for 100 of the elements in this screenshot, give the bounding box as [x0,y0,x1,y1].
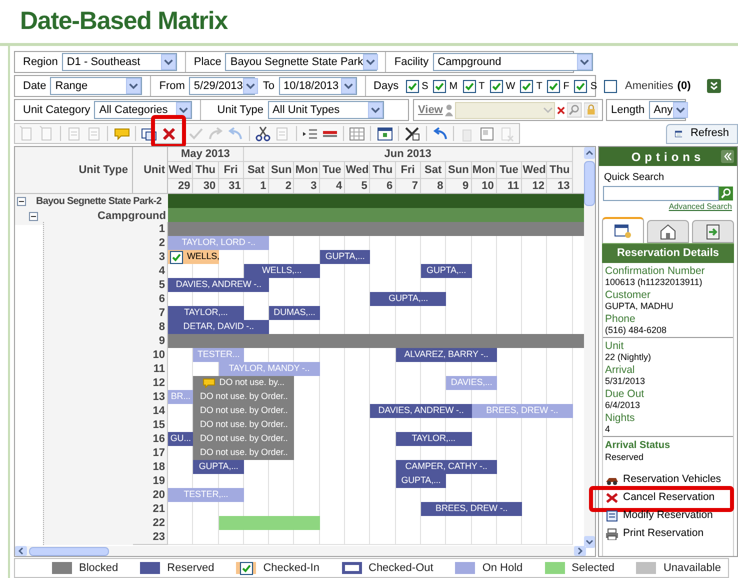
day-label: M [449,80,458,94]
scroll-up-icon[interactable] [584,147,595,159]
action-link[interactable]: Modify Reservation [603,507,733,525]
checkbox[interactable] [170,250,183,264]
field-label: Length [611,102,645,118]
scroll-right-icon[interactable] [574,546,586,556]
dropdown[interactable]: 5/29/2013 [188,77,255,95]
search-icon[interactable] [567,102,582,118]
guest-name: DO not use. by... [219,376,284,390]
legend-label: Reserved [167,560,214,576]
legend-label: Unavailable [663,560,721,576]
scrollbar-thumb[interactable] [29,546,109,556]
close-icon[interactable] [160,126,177,142]
field-label: Quick Search [603,171,666,185]
unit-number: 11 [133,362,168,377]
unit-number: 8 [133,320,168,335]
scissors-icon[interactable] [254,126,271,142]
hold-bar: TESTER,... [168,488,244,503]
form-icon [605,510,619,522]
detail-label: Confirmation Number [605,265,706,277]
refresh-button[interactable]: Refresh [666,124,738,144]
hold-bar: DAVIES,... [446,376,497,391]
detail-value: (516) 484-6208 [605,325,668,336]
weekday-header: Sun [269,162,294,178]
search-field[interactable] [603,186,719,201]
dropdown[interactable]: 10/18/2013 [278,77,357,95]
dropdown[interactable]: Range [50,77,142,95]
legend-label: Checked-Out [368,560,434,576]
reservation-bar: DAVIES, ANDREW -.. [168,278,270,293]
image-icon[interactable] [478,126,495,142]
reservation-bar: BREES, DREW -.. [420,502,522,517]
weekday-header: Thu [547,162,573,178]
date-header: 11 [496,178,522,193]
calendar-icon [675,128,682,140]
scroll-down-icon[interactable] [584,536,595,548]
field-label: Date [23,78,46,94]
table-icon[interactable] [349,126,366,142]
speech-bubble-icon[interactable] [114,126,130,142]
dropdown[interactable]: Any [648,101,685,119]
weekday-header: Wed [345,162,370,178]
date-header: 31 [218,178,244,193]
unit-number: 2 [133,236,168,251]
search-icon[interactable] [719,186,733,201]
guest-name: WELLS, [187,250,219,264]
dropdown[interactable]: All Categories [94,101,192,119]
checkbox[interactable] [604,80,617,92]
scroll-left-icon[interactable] [15,546,27,556]
action-link[interactable]: Print Reservation [603,525,733,543]
field-label: From [159,78,185,94]
checkbox[interactable] [462,80,476,92]
checkbox[interactable] [433,80,446,92]
collapse-icon[interactable] [29,212,38,221]
view-link[interactable]: View [418,102,443,118]
checkbox[interactable] [490,80,503,92]
person-icon [444,103,453,117]
amenities-count: (0) [677,78,691,94]
detail-value: GUPTA, MADHU [605,301,674,312]
reservation-bar: TAYLOR,... [168,306,244,321]
action-link[interactable]: Cancel Reservation [603,489,733,507]
calendar-icon[interactable] [376,126,393,142]
checkbox[interactable] [574,80,588,92]
checkbox[interactable] [240,562,253,574]
checkbox[interactable] [520,80,534,92]
expand-icon[interactable] [706,79,721,93]
legend-label: Blocked [79,560,118,576]
hold-bar: BREES, DREW -.. [472,404,573,419]
dropdown[interactable]: Bayou Segnette State Park [225,53,378,71]
dropdown[interactable]: D1 - Southeast [62,53,177,71]
detail-label: Customer [605,289,652,301]
checkbox[interactable] [547,80,560,92]
date-header: 7 [396,178,421,193]
action-link[interactable]: Reservation Vehicles [603,471,733,489]
advanced-search-link[interactable]: Advanced Search [599,201,737,213]
day-label: W [506,80,516,94]
date-header: 2 [269,178,294,193]
checkbox[interactable] [406,80,419,92]
dropdown[interactable]: All Unit Types [268,101,384,119]
tab[interactable] [602,217,644,243]
lock-icon[interactable] [584,102,598,118]
reservation-bar: GUPTA,... [320,250,370,265]
tab[interactable] [647,220,689,243]
weekday-header: Sat [244,162,270,178]
clear-icon[interactable] [557,106,566,114]
scrollbar-thumb[interactable] [584,161,595,206]
undo-icon[interactable] [432,126,448,142]
tab[interactable] [692,220,734,243]
detail-label: Phone [605,313,636,325]
windows-icon[interactable] [141,126,158,142]
panel-title: Options [631,148,705,166]
detail-label: Nights [605,412,636,424]
collapse-icon[interactable] [17,197,26,206]
tools-icon[interactable] [404,126,420,142]
unit-number: 14 [133,404,168,419]
unit-number: 15 [133,418,168,433]
unit-number: 10 [133,348,168,363]
unit-number: 9 [133,334,168,349]
unit-number: 7 [133,306,168,321]
field-label: Facility [394,54,429,70]
dropdown[interactable]: Campground [432,53,593,71]
printer-icon [605,528,619,540]
